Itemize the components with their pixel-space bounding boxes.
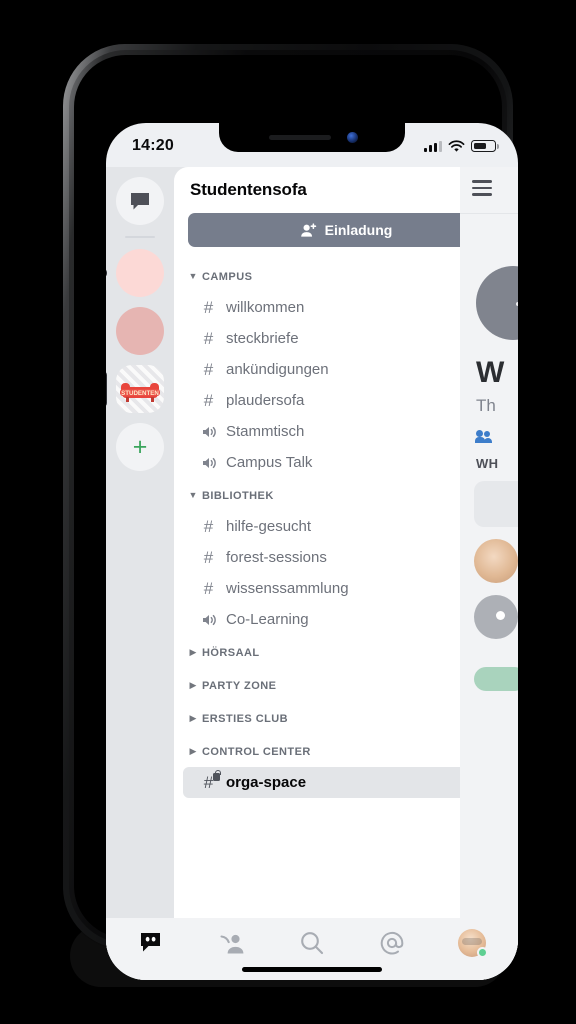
channel-label: forest-sessions [226, 549, 327, 566]
speaker-icon [200, 613, 217, 627]
sidebar-item-server-pink-dark[interactable] [116, 307, 164, 355]
status-time: 14:20 [132, 137, 174, 154]
rail-divider [125, 236, 155, 238]
speech-bubble-icon [116, 177, 164, 225]
content-pane-header [460, 167, 518, 213]
content-card[interactable] [474, 481, 518, 527]
person-add-icon [300, 222, 316, 237]
battery-icon [471, 140, 499, 152]
hash-icon: # [203, 360, 214, 379]
category-toggle[interactable]: ▶ PARTY ZONE [187, 680, 276, 692]
sofa-logo-text: STUDENTEN [121, 390, 159, 397]
channel-label: steckbriefe [226, 330, 299, 347]
front-camera-icon [347, 132, 358, 143]
chevron-right-icon: ▶ [189, 647, 197, 657]
channel-label: willkommen [226, 299, 305, 316]
content-chip[interactable] [474, 667, 518, 691]
friends-tab[interactable] [192, 932, 272, 955]
channel-label: orga-space [226, 774, 307, 791]
avatar [476, 266, 518, 340]
chevron-right-icon: ▶ [189, 746, 197, 756]
server-rail: STUDENTEN + [106, 167, 174, 980]
search-tab[interactable] [272, 930, 352, 956]
category-toggle[interactable]: ▶ CONTROL CENTER [187, 746, 311, 758]
content-subtitle: Th [476, 396, 496, 415]
channel-label: Stammtisch [226, 423, 305, 440]
discord-logo-icon [141, 933, 160, 952]
category-label: ERSTIES CLUB [202, 712, 289, 725]
home-indicator [242, 967, 382, 972]
channel-label: wissenssammlung [226, 580, 349, 597]
members-icon [475, 430, 496, 444]
content-section-label: WH [476, 456, 499, 471]
phone-frame-mid: 14:20 STUDENTEN + Studentensofa Einladun… [69, 50, 518, 980]
category-label: HÖRSAAL [202, 646, 260, 659]
profile-tab[interactable] [432, 929, 512, 958]
divider [460, 213, 518, 214]
mentions-tab[interactable] [352, 930, 432, 956]
category-label: CONTROL CENTER [202, 745, 311, 758]
earpiece-speaker [269, 135, 331, 140]
plus-icon: + [116, 423, 164, 471]
phone-frame: 14:20 STUDENTEN + Studentensofa Einladun… [63, 44, 518, 980]
phone-bezel: 14:20 STUDENTEN + Studentensofa Einladun… [74, 55, 518, 980]
wifi-icon [448, 139, 465, 152]
sofa-logo: STUDENTEN [116, 365, 164, 413]
hash-icon: # [203, 391, 214, 410]
category-label: CAMPUS [202, 270, 253, 283]
device-notch [219, 123, 405, 152]
chevron-down-icon: ▼ [188, 271, 198, 281]
hash-icon: # [203, 517, 214, 536]
sidebar-item-server-pink-light[interactable] [106, 249, 164, 297]
member-avatar [474, 539, 518, 583]
speaker-icon [200, 456, 217, 470]
invite-button[interactable]: Einladung [188, 213, 504, 247]
category-label: BIBLIOTHEK [202, 489, 274, 502]
page-title: Studentensofa [190, 180, 307, 199]
search-icon [301, 932, 324, 955]
status-badge [477, 947, 488, 958]
selected-server-indicator [106, 371, 107, 407]
server-avatar [116, 307, 164, 355]
sidebar-item-direct-messages[interactable] [116, 177, 164, 225]
hash-icon: # [203, 548, 214, 567]
scene: 14:20 STUDENTEN + Studentensofa Einladun… [0, 0, 576, 1024]
channel-label: ankündigungen [226, 361, 329, 378]
hash-icon: # [203, 298, 214, 317]
channel-label: hilfe-gesucht [226, 518, 312, 535]
category-toggle[interactable]: ▼ BIBLIOTHEK [187, 490, 274, 502]
category-toggle[interactable]: ▶ ERSTIES CLUB [187, 713, 288, 725]
status-indicators [424, 138, 499, 153]
sidebar-item-server-studentensofa[interactable]: STUDENTEN [106, 365, 164, 413]
category-toggle[interactable]: ▶ HÖRSAAL [187, 647, 260, 659]
invite-button-label: Einladung [324, 222, 393, 238]
speaker-icon [200, 425, 217, 439]
at-mention-icon [380, 931, 404, 955]
chevron-down-icon: ▼ [188, 490, 198, 500]
channel-label: plaudersofa [226, 392, 305, 409]
friends-icon [219, 934, 243, 953]
hash-icon: # [203, 579, 214, 598]
chevron-right-icon: ▶ [189, 713, 197, 723]
chevron-right-icon: ▶ [189, 680, 197, 690]
servers-tab[interactable] [112, 931, 192, 955]
content-pane-peek[interactable]: W Th WH [460, 167, 518, 918]
cellular-signal-icon [424, 140, 442, 152]
category-label: PARTY ZONE [202, 679, 277, 692]
private-channel-icon: # [200, 770, 221, 791]
channel-label: Campus Talk [226, 454, 313, 471]
server-avatar [116, 249, 164, 297]
hash-icon: # [203, 329, 214, 348]
phone-screen: 14:20 STUDENTEN + Studentensofa Einladun… [106, 123, 518, 980]
app-container: STUDENTEN + Studentensofa Einladung ▼ CA… [106, 167, 518, 980]
unread-indicator [106, 268, 107, 278]
member-avatar [474, 595, 518, 639]
category-toggle[interactable]: ▼ CAMPUS [187, 271, 252, 283]
hamburger-menu-icon[interactable] [472, 180, 492, 199]
add-server-button[interactable]: + [116, 423, 164, 471]
channel-label: Co-Learning [226, 611, 309, 628]
user-avatar [458, 929, 488, 958]
content-title: W [476, 356, 504, 389]
